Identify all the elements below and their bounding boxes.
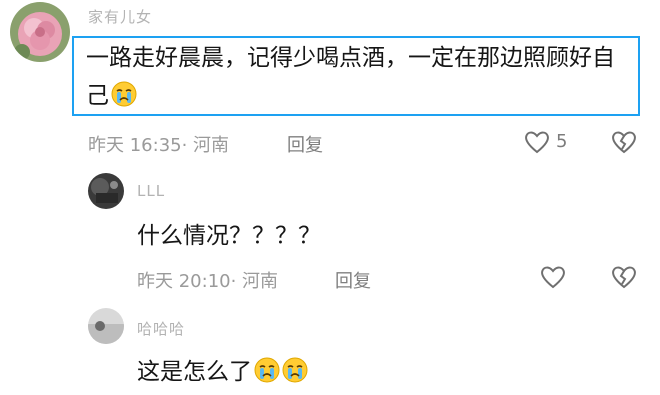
dislike-button[interactable] — [609, 127, 639, 157]
reply-text: 什么情况？？？？ — [137, 223, 321, 249]
reply-username[interactable]: 哈哈哈 — [137, 318, 185, 339]
reply-reply-button[interactable]: 回复 — [335, 267, 371, 293]
comment-text-content: 一路走好晨晨，记得少喝点酒，一定在那边照顾好自己 — [86, 45, 615, 109]
reply-avatar[interactable] — [88, 173, 124, 209]
avatar[interactable] — [10, 2, 70, 62]
reply-text: 这是怎么了 — [137, 353, 308, 391]
comment-username[interactable]: 家有儿女 — [88, 6, 152, 27]
broken-heart-icon — [612, 131, 636, 154]
like-count: 5 — [556, 131, 568, 152]
reply-meta: 昨天 20:10· 河南 — [137, 267, 278, 293]
broken-heart-icon — [612, 266, 636, 289]
crying-face-icon — [254, 357, 280, 383]
comment-text: 一路走好晨晨，记得少喝点酒，一定在那边照顾好自己 — [86, 39, 626, 115]
flower-avatar-icon — [10, 2, 70, 62]
like-button[interactable] — [522, 127, 552, 157]
comment-reply-button[interactable]: 回复 — [287, 131, 323, 157]
reply-time: 昨天 20:10 — [137, 271, 231, 292]
reply-like-button[interactable] — [538, 262, 568, 292]
comment-meta: 昨天 16:35· 河南 — [88, 131, 229, 157]
reply-dislike-button[interactable] — [609, 262, 639, 292]
heart-icon — [525, 131, 549, 154]
comment-location: · 河南 — [181, 135, 230, 156]
reply-avatar[interactable] — [88, 308, 124, 344]
reply-username[interactable]: LLL — [137, 182, 165, 200]
dark-avatar-icon — [88, 173, 124, 209]
reply-text-content: 这是怎么了 — [137, 359, 252, 385]
crying-face-icon — [282, 357, 308, 383]
heart-icon — [541, 266, 565, 289]
grey-avatar-icon — [88, 308, 124, 344]
crying-face-icon — [111, 81, 137, 107]
reply-location: · 河南 — [230, 271, 279, 292]
comment-time: 昨天 16:35 — [88, 135, 182, 156]
